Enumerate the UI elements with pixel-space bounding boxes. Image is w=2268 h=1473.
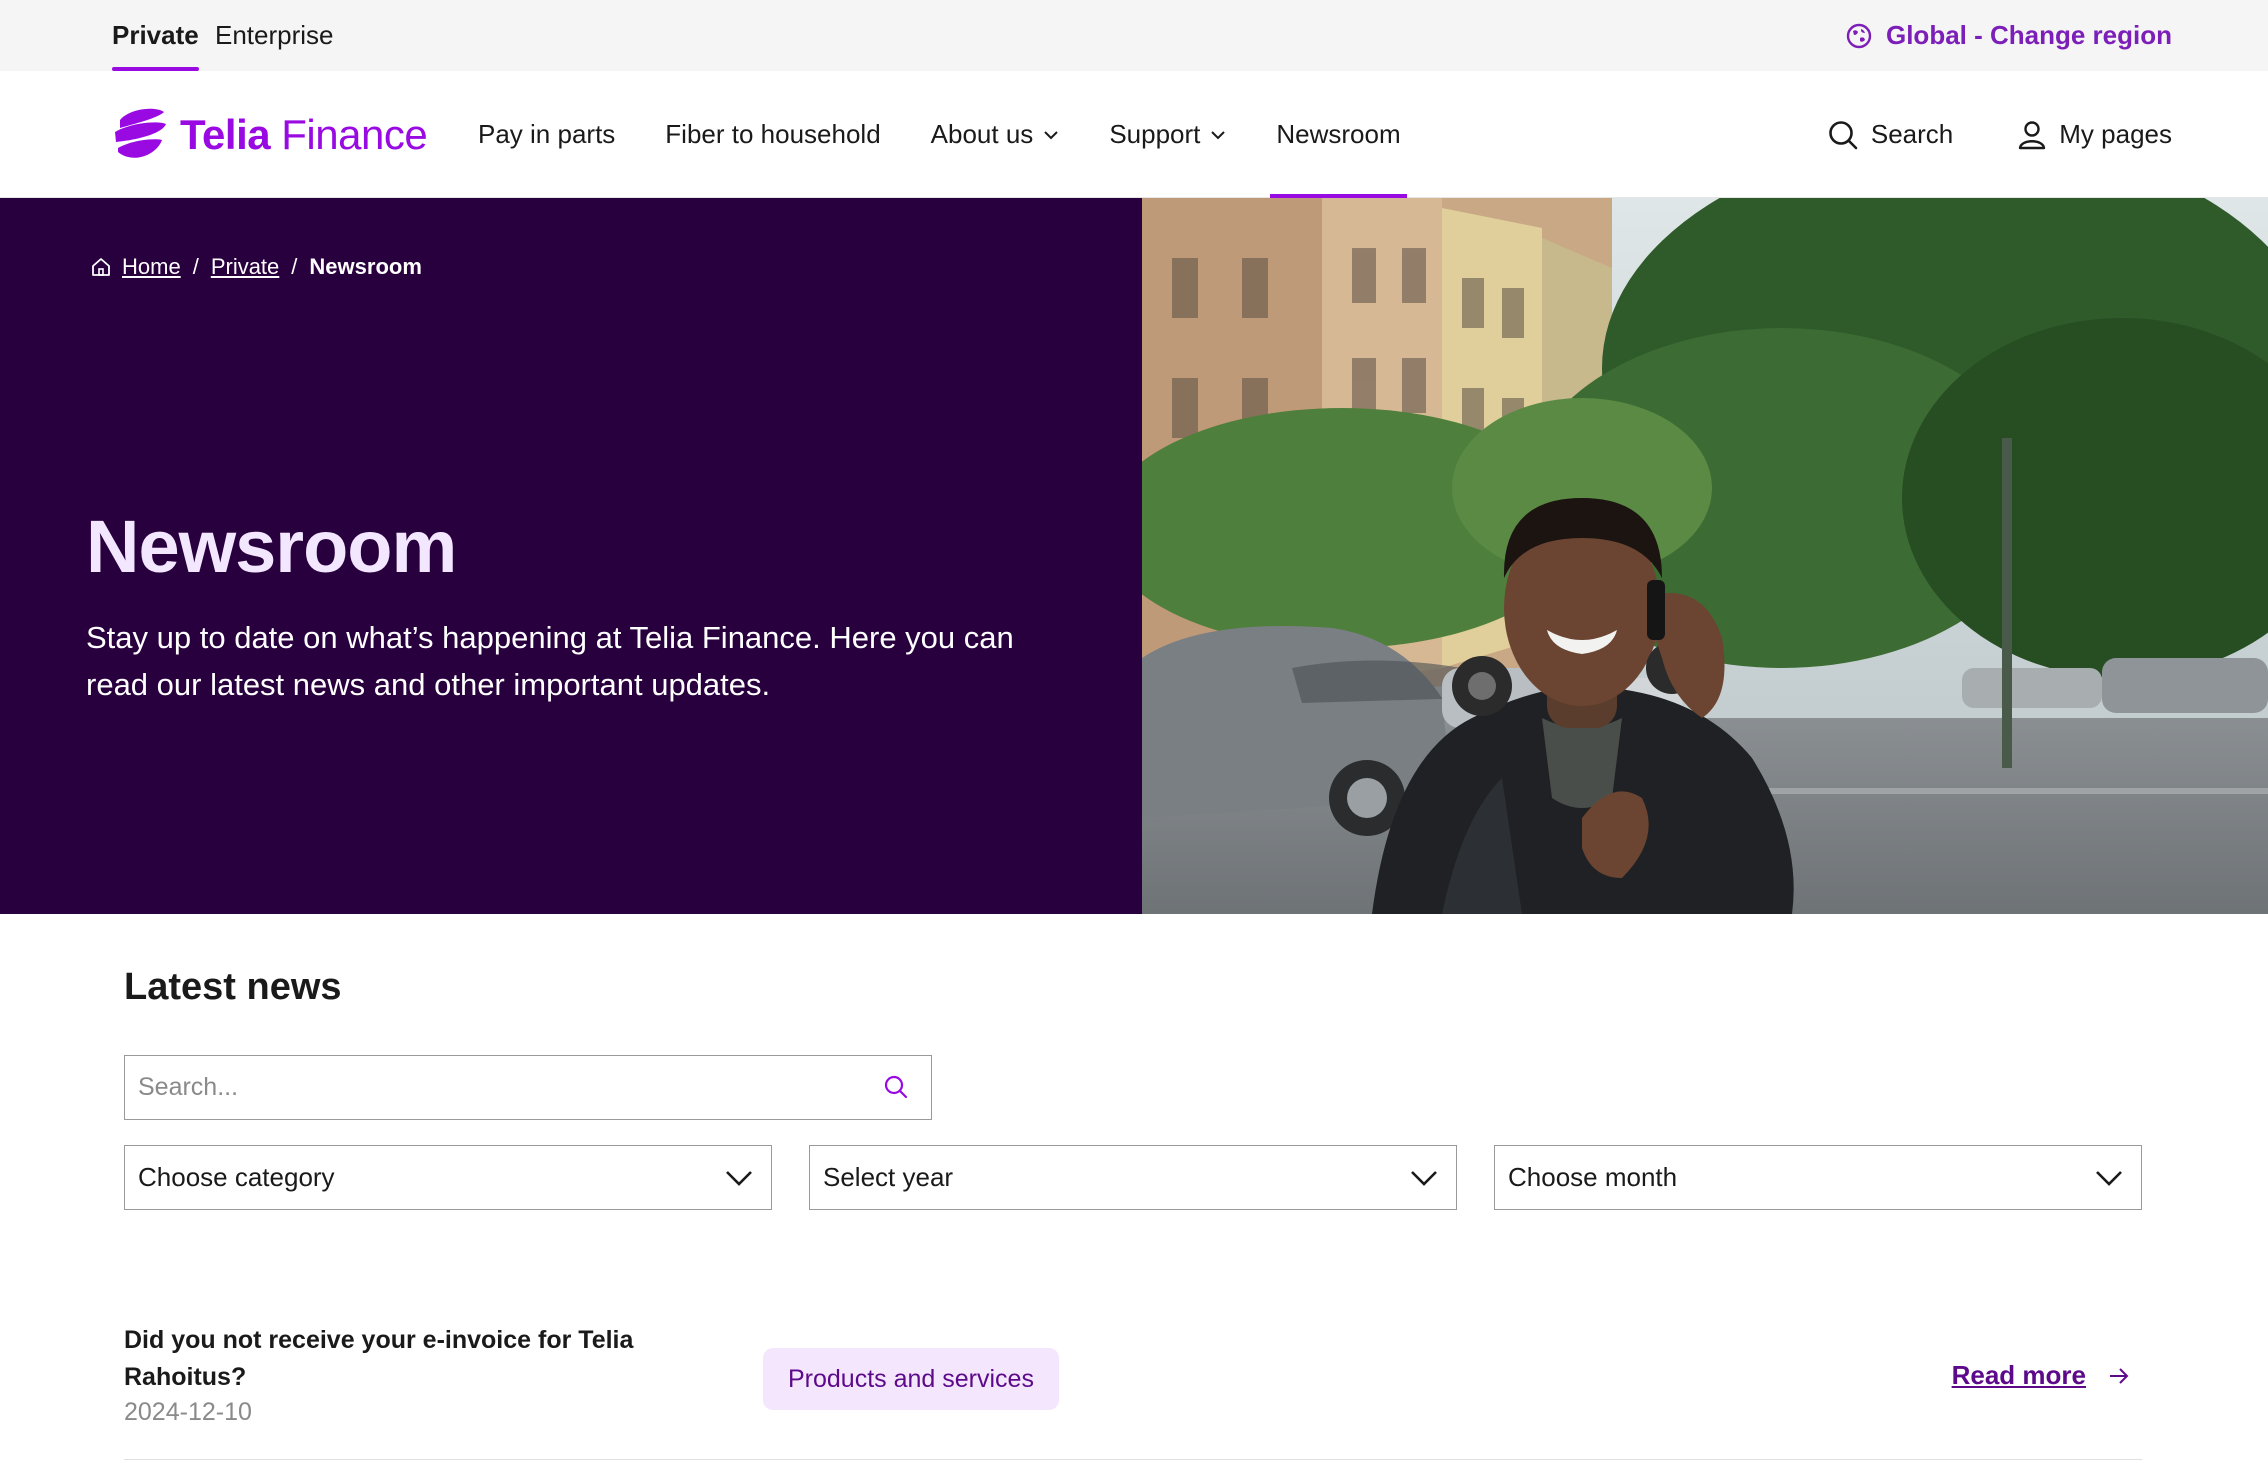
user-icon <box>2019 120 2046 149</box>
change-region-label: Global - Change region <box>1885 20 2172 50</box>
month-select-value: Choose month <box>1508 1162 1678 1192</box>
category-select[interactable]: Choose category <box>124 1145 772 1210</box>
hero-photo-illustration <box>1142 198 2268 914</box>
read-more-label: Read more <box>1951 1360 2086 1390</box>
nav-fiber-to-household[interactable]: Fiber to household <box>665 71 880 198</box>
breadcrumb-separator: / <box>192 254 199 279</box>
search-button[interactable]: Search <box>1827 119 1953 151</box>
page-description: Stay up to date on what’s happening at T… <box>86 620 1014 702</box>
news-list-item: Did you not receive your e-invoice for T… <box>124 1310 2142 1460</box>
my-pages-button[interactable]: My pages <box>2017 119 2172 150</box>
page-title: Newsroom <box>86 505 457 588</box>
main-nav: Pay in parts Fiber to household About us… <box>478 71 1451 198</box>
segment-private[interactable]: Private <box>112 0 199 71</box>
news-search-input[interactable] <box>125 1056 865 1119</box>
segment-enterprise[interactable]: Enterprise <box>215 0 334 71</box>
logo-text: Telia Finance <box>180 111 428 158</box>
year-select-value: Select year <box>823 1162 954 1192</box>
search-button-label: Search <box>1870 119 1954 149</box>
nav-newsroom[interactable]: Newsroom <box>1270 71 1407 198</box>
month-select[interactable]: Choose month <box>1494 1145 2142 1210</box>
telia-finance-logo[interactable]: Telia Finance <box>112 105 428 165</box>
read-more-link[interactable]: Read more <box>1952 1360 2130 1391</box>
home-icon <box>92 258 110 276</box>
breadcrumb-current: Newsroom <box>309 254 422 279</box>
hero-image <box>1142 198 2268 914</box>
telia-pebble-icon <box>115 108 166 158</box>
hero-section: Home / Private / Newsroom Newsroom Stay … <box>0 198 2268 914</box>
header-actions: Search My pages <box>1827 71 2172 198</box>
arrow-right-icon <box>2110 1367 2129 1384</box>
search-icon <box>1829 120 1858 149</box>
chevron-down-icon <box>1411 1171 1437 1186</box>
breadcrumb-private[interactable]: Private <box>211 254 279 280</box>
search-icon[interactable] <box>883 1074 909 1100</box>
segment-bar: Private Enterprise Global - Change regio… <box>0 0 2268 71</box>
hero-text-panel: Home / Private / Newsroom Newsroom Stay … <box>0 198 1142 914</box>
my-pages-label: My pages <box>2059 119 2172 149</box>
chevron-down-icon <box>726 1171 752 1186</box>
chevron-down-icon <box>1044 130 1059 139</box>
nav-about-us[interactable]: About us <box>931 71 1060 198</box>
nav-support[interactable]: Support <box>1109 71 1226 198</box>
change-region-link[interactable]: Global - Change region <box>1846 0 2172 71</box>
category-select-value: Choose category <box>138 1162 335 1192</box>
breadcrumb-home[interactable]: Home <box>122 254 181 280</box>
chevron-down-icon <box>1211 130 1226 139</box>
latest-news-heading: Latest news <box>124 966 342 1008</box>
breadcrumb: Home / Private / Newsroom <box>90 254 422 280</box>
chevron-down-icon <box>2096 1171 2122 1186</box>
news-item-category-tag: Products and services <box>763 1348 1059 1410</box>
year-select[interactable]: Select year <box>809 1145 1457 1210</box>
news-item-date: 2024-12-10 <box>124 1398 252 1426</box>
globe-icon <box>1846 23 1872 48</box>
main-header: Telia Finance Pay in parts Fiber to hous… <box>0 71 2268 198</box>
breadcrumb-separator: / <box>291 254 298 279</box>
nav-pay-in-parts[interactable]: Pay in parts <box>478 71 615 198</box>
news-search-field[interactable] <box>124 1055 932 1120</box>
news-item-heading[interactable]: Did you not receive your e-invoice for T… <box>124 1322 644 1396</box>
